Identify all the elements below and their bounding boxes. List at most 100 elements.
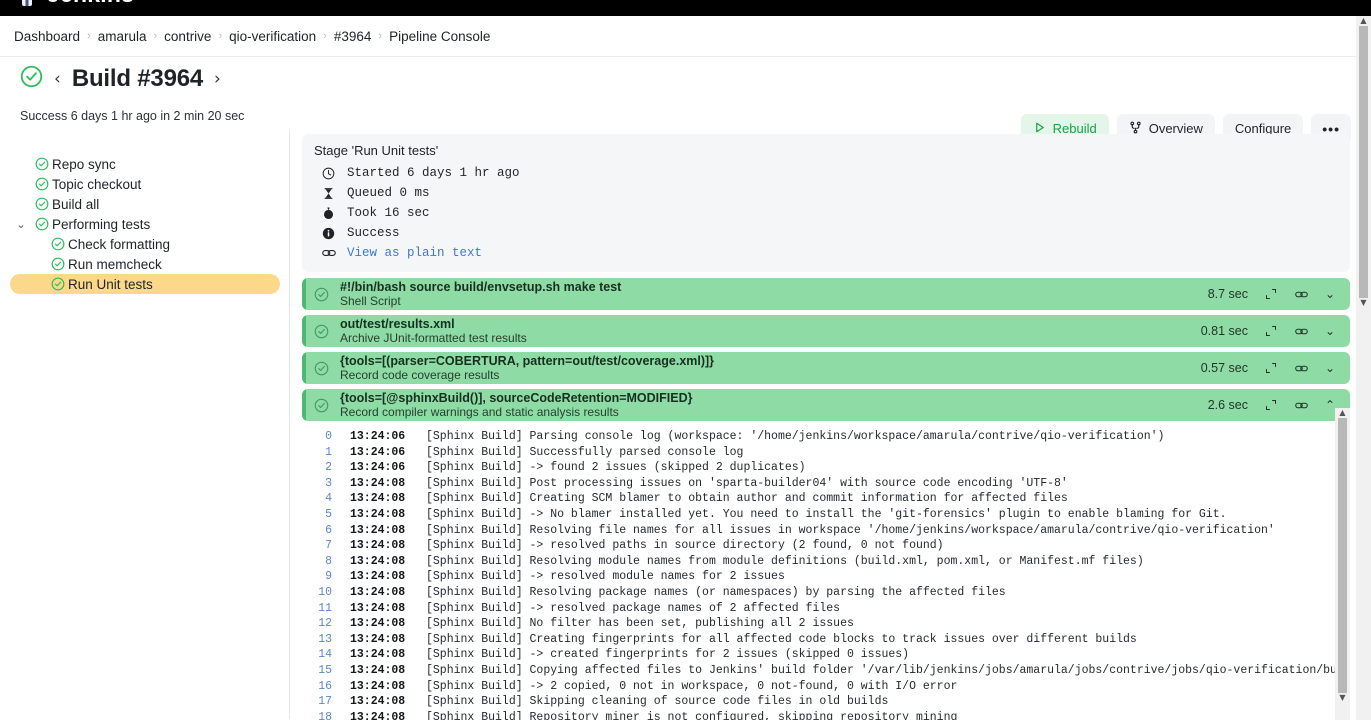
chevron-down-icon[interactable]: ⌄ bbox=[1324, 324, 1336, 338]
stage-started-text: Started 6 days 1 hr ago bbox=[347, 166, 520, 180]
expand-fullscreen-icon[interactable] bbox=[1264, 398, 1278, 412]
log-timestamp: 13:24:08 bbox=[350, 632, 406, 646]
step-link-icon[interactable] bbox=[1294, 398, 1308, 412]
step-subtitle: Record code coverage results bbox=[340, 368, 500, 382]
log-timestamp: 13:24:08 bbox=[350, 710, 406, 720]
sidebar-item-run-unit-tests[interactable]: Run Unit tests bbox=[10, 274, 280, 294]
sidebar-item-build-all[interactable]: Build all bbox=[10, 194, 280, 214]
log-line-number[interactable]: 15 bbox=[302, 664, 338, 677]
log-line: 3 13:24:08 [Sphinx Build] Post processin… bbox=[302, 477, 1350, 493]
log-line-number[interactable]: 14 bbox=[302, 648, 338, 661]
stage-plaintext-row[interactable]: View as plain text bbox=[302, 243, 1350, 263]
scroll-up-arrow-icon[interactable]: ▲ bbox=[1339, 408, 1345, 418]
log-line: 11 13:24:08 [Sphinx Build] -> resolved p… bbox=[302, 602, 1350, 618]
stage-started-row: Started 6 days 1 hr ago bbox=[302, 163, 1350, 183]
log-line-number[interactable]: 3 bbox=[302, 477, 338, 490]
log-line-number[interactable]: 4 bbox=[302, 492, 338, 505]
log-message: [Sphinx Build] -> No blamer installed ye… bbox=[426, 507, 1227, 521]
scroll-down-arrow-icon[interactable]: ▼ bbox=[1360, 298, 1366, 308]
log-line-number[interactable]: 7 bbox=[302, 539, 338, 552]
log-line-number[interactable]: 1 bbox=[302, 446, 338, 459]
page-header: ‹ Build #3964 › Success 6 days 1 hr ago … bbox=[0, 57, 1371, 143]
sidebar-item-topic-checkout[interactable]: Topic checkout bbox=[10, 174, 280, 194]
breadcrumb-item-amarula[interactable]: amarula bbox=[98, 29, 147, 44]
step-row-static-analysis[interactable]: {tools=[@sphinxBuild()], sourceCodeReten… bbox=[302, 389, 1350, 421]
info-icon bbox=[321, 227, 336, 240]
sidebar-item-run-memcheck[interactable]: Run memcheck bbox=[10, 254, 280, 274]
log-line-number[interactable]: 2 bbox=[302, 461, 338, 474]
next-build-button[interactable]: › bbox=[213, 69, 222, 89]
log-message: [Sphinx Build] -> resolved paths in sour… bbox=[426, 539, 944, 553]
pipeline-console-panel: Stage 'Run Unit tests' Started 6 days 1 … bbox=[302, 134, 1350, 720]
console-log-scrollbar[interactable]: ▲ ▼ bbox=[1335, 408, 1350, 720]
chevron-down-icon[interactable]: ⌄ bbox=[10, 218, 32, 231]
log-timestamp: 13:24:08 bbox=[350, 492, 406, 506]
step-duration: 0.57 sec bbox=[1200, 361, 1248, 375]
scroll-down-arrow-icon[interactable]: ▼ bbox=[1339, 693, 1345, 703]
log-message: [Sphinx Build] -> resolved module names … bbox=[426, 570, 785, 584]
step-row-archive-junit[interactable]: out/test/results.xml Archive JUnit-forma… bbox=[302, 315, 1350, 347]
stage-queued-text: Queued 0 ms bbox=[347, 186, 430, 200]
breadcrumb: Dashboard › amarula › contrive › qio-ver… bbox=[0, 16, 1371, 57]
log-line-number[interactable]: 18 bbox=[302, 711, 338, 720]
step-link-icon[interactable] bbox=[1294, 361, 1308, 375]
view-as-plain-text-link[interactable]: View as plain text bbox=[347, 246, 482, 260]
log-line-number[interactable]: 9 bbox=[302, 570, 338, 583]
sidebar-item-performing-tests[interactable]: ⌄ Performing tests bbox=[10, 214, 280, 234]
log-message: [Sphinx Build] -> found 2 issues (skippe… bbox=[426, 461, 806, 475]
stage-name-label: Stage 'Run Unit tests' bbox=[314, 143, 439, 158]
step-success-icon bbox=[302, 361, 340, 376]
log-line-number[interactable]: 13 bbox=[302, 633, 338, 646]
log-line-number[interactable]: 8 bbox=[302, 555, 338, 568]
previous-build-button[interactable]: ‹ bbox=[53, 69, 62, 89]
log-line-number[interactable]: 11 bbox=[302, 602, 338, 615]
expand-fullscreen-icon[interactable] bbox=[1264, 324, 1278, 338]
breadcrumb-separator-icon: › bbox=[218, 30, 223, 42]
step-list: #!/bin/bash source build/envsetup.sh mak… bbox=[302, 278, 1350, 426]
scrollbar-thumb[interactable] bbox=[1338, 418, 1347, 693]
jenkins-home-link[interactable]: Jenkins bbox=[14, 0, 134, 6]
scrollbar-thumb[interactable] bbox=[1359, 26, 1368, 298]
log-timestamp: 13:24:06 bbox=[350, 445, 406, 459]
log-line-number[interactable]: 16 bbox=[302, 680, 338, 693]
step-title: out/test/results.xml bbox=[340, 317, 455, 331]
stage-success-icon bbox=[48, 257, 68, 271]
sidebar-item-repo-sync[interactable]: Repo sync bbox=[10, 154, 280, 174]
log-line-number[interactable]: 10 bbox=[302, 586, 338, 599]
step-title: #!/bin/bash source build/envsetup.sh mak… bbox=[340, 280, 622, 294]
chevron-down-icon[interactable]: ⌄ bbox=[1324, 361, 1336, 375]
breadcrumb-item-build-number[interactable]: #3964 bbox=[334, 29, 372, 44]
console-log-output[interactable]: 0 13:24:06 [Sphinx Build] Parsing consol… bbox=[302, 426, 1350, 720]
step-row-shell-script[interactable]: #!/bin/bash source build/envsetup.sh mak… bbox=[302, 278, 1350, 310]
log-timestamp: 13:24:08 bbox=[350, 476, 406, 490]
page-scrollbar[interactable]: ▲ ▼ bbox=[1356, 16, 1371, 720]
step-success-icon bbox=[302, 324, 340, 339]
scroll-up-arrow-icon[interactable]: ▲ bbox=[1360, 16, 1366, 26]
log-line-number[interactable]: 5 bbox=[302, 508, 338, 521]
step-duration: 2.6 sec bbox=[1207, 398, 1248, 412]
log-line-number[interactable]: 12 bbox=[302, 617, 338, 630]
step-link-icon[interactable] bbox=[1294, 287, 1308, 301]
log-timestamp: 13:24:08 bbox=[350, 507, 406, 521]
expand-fullscreen-icon[interactable] bbox=[1264, 287, 1278, 301]
log-message: [Sphinx Build] Creating fingerprints for… bbox=[426, 632, 1137, 646]
log-line: 17 13:24:08 [Sphinx Build] Skipping clea… bbox=[302, 695, 1350, 711]
breadcrumb-item-dashboard[interactable]: Dashboard bbox=[14, 29, 80, 44]
log-message: [Sphinx Build] -> 2 copied, 0 not in wor… bbox=[426, 679, 958, 693]
step-row-code-coverage[interactable]: {tools=[(parser=COBERTURA, pattern=out/t… bbox=[302, 352, 1350, 384]
sidebar-item-check-formatting[interactable]: Check formatting bbox=[10, 234, 280, 254]
step-link-icon[interactable] bbox=[1294, 324, 1308, 338]
log-line: 2 13:24:06 [Sphinx Build] -> found 2 iss… bbox=[302, 461, 1350, 477]
log-line-number[interactable]: 0 bbox=[302, 430, 338, 443]
breadcrumb-item-qio-verification[interactable]: qio-verification bbox=[229, 29, 316, 44]
expand-fullscreen-icon[interactable] bbox=[1264, 361, 1278, 375]
step-subtitle: Shell Script bbox=[340, 294, 401, 308]
log-message: [Sphinx Build] Resolving file names for … bbox=[426, 523, 1275, 537]
sidebar-item-label: Run memcheck bbox=[68, 256, 162, 272]
log-line-number[interactable]: 6 bbox=[302, 524, 338, 537]
chevron-down-icon[interactable]: ⌄ bbox=[1324, 287, 1336, 301]
log-line-number[interactable]: 17 bbox=[302, 695, 338, 708]
log-message: [Sphinx Build] -> resolved package names… bbox=[426, 601, 841, 615]
breadcrumb-item-contrive[interactable]: contrive bbox=[164, 29, 211, 44]
log-timestamp: 13:24:08 bbox=[350, 585, 406, 599]
